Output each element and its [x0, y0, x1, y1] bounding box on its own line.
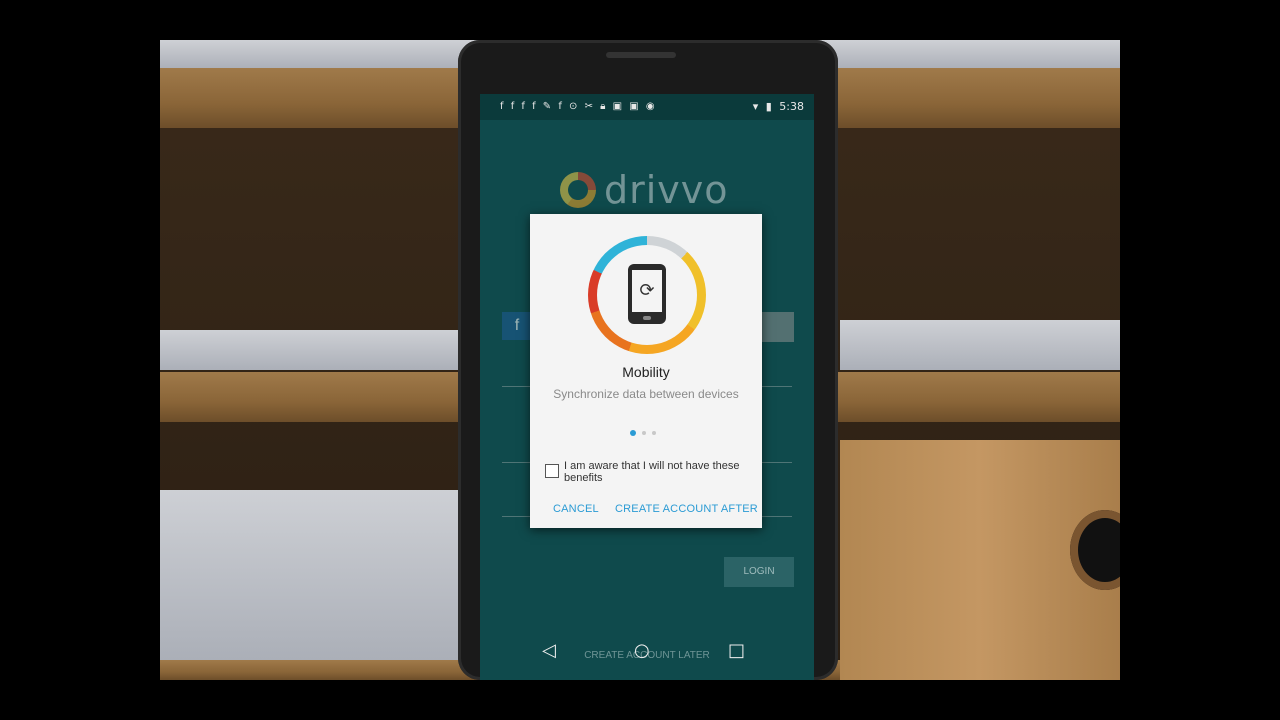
paper-stack: [840, 320, 1120, 370]
back-icon[interactable]: ◁: [542, 640, 556, 661]
status-time: 5:38: [779, 100, 804, 113]
facebook-login-icon[interactable]: f: [502, 312, 532, 340]
status-bar: f f f f ✎ f ⊙ ✂ 🔒︎ ▣ ▣ ◉ ▾ ▮ 5:38: [480, 94, 814, 120]
login-button[interactable]: LOGIN: [724, 557, 794, 587]
page-dot[interactable]: [652, 431, 656, 435]
notification-icons: f f f f ✎ f ⊙ ✂ 🔒︎ ▣ ▣ ◉: [500, 101, 657, 112]
mobility-dialog: ⟳ Mobility Synchronize data between devi…: [530, 214, 762, 528]
drivvo-logo-icon: [560, 172, 596, 208]
app-brand: drivvo: [560, 168, 729, 212]
page-indicator: [630, 430, 656, 436]
paper-stack: [160, 330, 460, 370]
phone-button: [643, 316, 651, 320]
dialog-subtitle: Synchronize data between devices: [553, 387, 739, 401]
wooden-drawer: [840, 440, 1120, 680]
brand-name: drivvo: [604, 168, 729, 212]
create-account-after-button[interactable]: CREATE ACCOUNT AFTER: [615, 503, 758, 515]
page-dot-active[interactable]: [630, 430, 636, 436]
cancel-button[interactable]: CANCEL: [553, 503, 599, 515]
home-icon[interactable]: ○: [634, 640, 650, 661]
phone-sync-icon: ⟳: [628, 264, 666, 324]
phone-earpiece: [606, 52, 676, 58]
aware-checkbox[interactable]: [545, 464, 559, 478]
battery-icon: ▮: [765, 100, 772, 113]
sync-icon: ⟳: [632, 270, 662, 312]
drawer-hole: [1070, 510, 1120, 590]
dialog-title: Mobility: [622, 364, 670, 380]
status-right: ▾ ▮ 5:38: [749, 100, 804, 113]
wifi-icon: ▾: [752, 100, 759, 113]
page-dot[interactable]: [642, 431, 646, 435]
paper-stack: [160, 490, 460, 660]
aware-checkbox-label[interactable]: I am aware that I will not have these be…: [564, 460, 754, 484]
google-login-button[interactable]: [762, 312, 794, 342]
recents-icon[interactable]: □: [728, 640, 745, 661]
